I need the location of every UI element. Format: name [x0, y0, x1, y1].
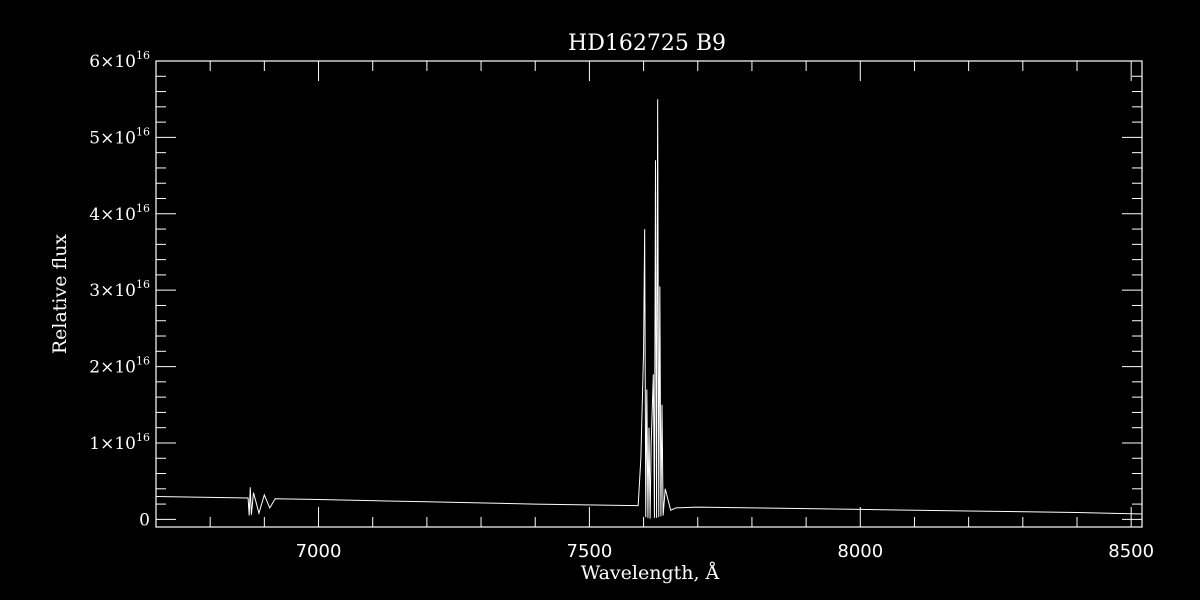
y-axis-label: Relative flux — [49, 234, 71, 355]
y-tick-labels: 0 1×1016 2×1016 3×1016 4×1016 5×1016 6×1016 — [89, 49, 150, 530]
spectrum-chart: HD162725 B9 0 1×1016 2×1016 3×1016 4×1016 5×1… — [49, 31, 1154, 584]
chart-title: HD162725 B9 — [568, 31, 726, 56]
spectrum-series-line — [155, 99, 1143, 519]
y-tick-label: 1×1016 — [89, 431, 150, 454]
x-tick-label: 7000 — [296, 541, 342, 562]
y-tick-label: 3×1016 — [89, 278, 150, 301]
x-tick-label: 8000 — [837, 541, 883, 562]
y-tick-label: 4×1016 — [89, 202, 150, 225]
x-tick-label: 8500 — [1108, 541, 1154, 562]
y-tick-label: 2×1016 — [89, 355, 150, 378]
y-tick-label: 0 — [139, 510, 150, 530]
x-axis-label: Wavelength, Å — [581, 562, 720, 584]
y-tick-label: 5×1016 — [89, 125, 150, 148]
x-tick-label: 7500 — [567, 541, 613, 562]
y-tick-label: 6×1016 — [89, 49, 150, 72]
x-tick-labels: 7000 7500 8000 8500 — [296, 541, 1154, 562]
